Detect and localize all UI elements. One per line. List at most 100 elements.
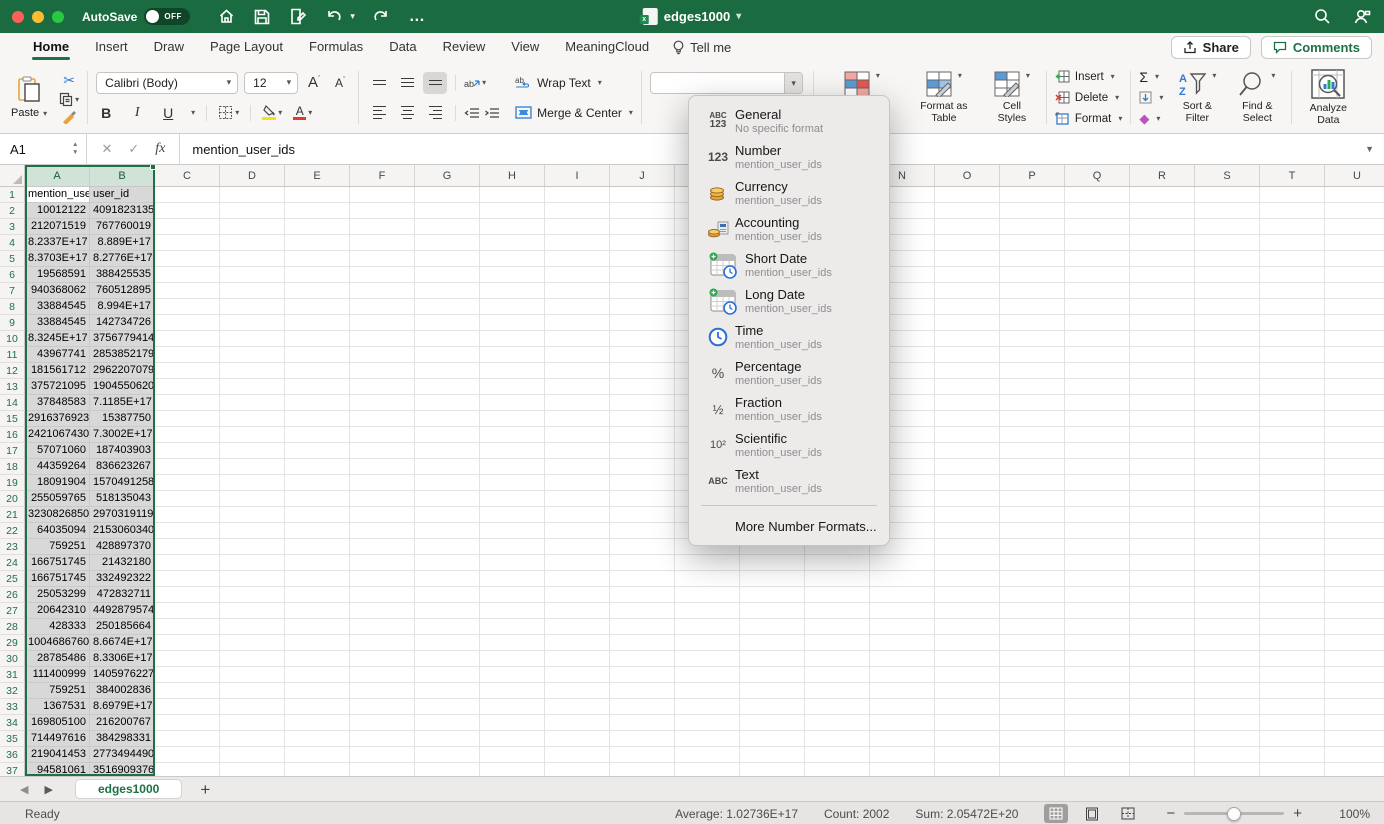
cell-H20[interactable] bbox=[480, 491, 545, 507]
cell-A24[interactable]: 166751745 bbox=[25, 555, 90, 571]
cell-C20[interactable] bbox=[155, 491, 220, 507]
cell-B8[interactable]: 8.994E+17 bbox=[90, 299, 155, 315]
underline-button[interactable]: U bbox=[158, 105, 178, 121]
cell-A8[interactable]: 33884545 bbox=[25, 299, 90, 315]
cell-E18[interactable] bbox=[285, 459, 350, 475]
cell-C6[interactable] bbox=[155, 267, 220, 283]
cell-U14[interactable] bbox=[1325, 395, 1384, 411]
cell-N34[interactable] bbox=[870, 715, 935, 731]
cell-P31[interactable] bbox=[1000, 667, 1065, 683]
fill-button[interactable]: ▾ bbox=[1139, 89, 1163, 107]
cell-R11[interactable] bbox=[1130, 347, 1195, 363]
cell-C17[interactable] bbox=[155, 443, 220, 459]
cell-J18[interactable] bbox=[610, 459, 675, 475]
cell-S3[interactable] bbox=[1195, 219, 1260, 235]
cell-F19[interactable] bbox=[350, 475, 415, 491]
cell-B29[interactable]: 8.6674E+17 bbox=[90, 635, 155, 651]
cell-G26[interactable] bbox=[415, 587, 480, 603]
cell-B31[interactable]: 1405976227 bbox=[90, 667, 155, 683]
cell-F36[interactable] bbox=[350, 747, 415, 763]
cell-A20[interactable]: 255059765 bbox=[25, 491, 90, 507]
clear-button[interactable]: ◆▾ bbox=[1139, 110, 1163, 128]
cell-T3[interactable] bbox=[1260, 219, 1325, 235]
cell-S12[interactable] bbox=[1195, 363, 1260, 379]
cell-P15[interactable] bbox=[1000, 411, 1065, 427]
tab-data[interactable]: Data bbox=[376, 35, 429, 60]
cell-I37[interactable] bbox=[545, 763, 610, 776]
cell-I19[interactable] bbox=[545, 475, 610, 491]
cell-O18[interactable] bbox=[935, 459, 1000, 475]
cell-P24[interactable] bbox=[1000, 555, 1065, 571]
cell-S19[interactable] bbox=[1195, 475, 1260, 491]
cell-P30[interactable] bbox=[1000, 651, 1065, 667]
cell-L31[interactable] bbox=[740, 667, 805, 683]
cell-S6[interactable] bbox=[1195, 267, 1260, 283]
cell-G7[interactable] bbox=[415, 283, 480, 299]
cell-J20[interactable] bbox=[610, 491, 675, 507]
cell-I13[interactable] bbox=[545, 379, 610, 395]
cell-J22[interactable] bbox=[610, 523, 675, 539]
cell-T1[interactable] bbox=[1260, 187, 1325, 203]
cell-Q30[interactable] bbox=[1065, 651, 1130, 667]
cell-I10[interactable] bbox=[545, 331, 610, 347]
format-menu-item-scientific[interactable]: 10²Scientificmention_user_ids bbox=[689, 427, 889, 463]
cell-S20[interactable] bbox=[1195, 491, 1260, 507]
cell-I18[interactable] bbox=[545, 459, 610, 475]
cell-Q36[interactable] bbox=[1065, 747, 1130, 763]
cell-E10[interactable] bbox=[285, 331, 350, 347]
cell-S36[interactable] bbox=[1195, 747, 1260, 763]
cell-T37[interactable] bbox=[1260, 763, 1325, 776]
cell-Q34[interactable] bbox=[1065, 715, 1130, 731]
account-icon[interactable] bbox=[1352, 7, 1372, 27]
cell-K24[interactable] bbox=[675, 555, 740, 571]
cell-J8[interactable] bbox=[610, 299, 675, 315]
cell-J28[interactable] bbox=[610, 619, 675, 635]
cell-P18[interactable] bbox=[1000, 459, 1065, 475]
cell-O17[interactable] bbox=[935, 443, 1000, 459]
cell-B35[interactable]: 384298331 bbox=[90, 731, 155, 747]
cell-B26[interactable]: 472832711 bbox=[90, 587, 155, 603]
cell-H24[interactable] bbox=[480, 555, 545, 571]
cell-D7[interactable] bbox=[220, 283, 285, 299]
cell-H17[interactable] bbox=[480, 443, 545, 459]
cell-C11[interactable] bbox=[155, 347, 220, 363]
cell-D37[interactable] bbox=[220, 763, 285, 776]
cell-D12[interactable] bbox=[220, 363, 285, 379]
cell-R34[interactable] bbox=[1130, 715, 1195, 731]
cell-T5[interactable] bbox=[1260, 251, 1325, 267]
cell-H15[interactable] bbox=[480, 411, 545, 427]
cell-A17[interactable]: 57071060 bbox=[25, 443, 90, 459]
cell-J16[interactable] bbox=[610, 427, 675, 443]
cell-S8[interactable] bbox=[1195, 299, 1260, 315]
cell-S5[interactable] bbox=[1195, 251, 1260, 267]
cell-B22[interactable]: 2153060340 bbox=[90, 523, 155, 539]
cell-H6[interactable] bbox=[480, 267, 545, 283]
column-header-o[interactable]: O bbox=[935, 165, 1000, 186]
cell-E30[interactable] bbox=[285, 651, 350, 667]
cell-U19[interactable] bbox=[1325, 475, 1384, 491]
sheet-tab-edges1000[interactable]: edges1000 bbox=[75, 779, 182, 799]
cell-G24[interactable] bbox=[415, 555, 480, 571]
cell-A28[interactable]: 428333 bbox=[25, 619, 90, 635]
expand-formula-bar-icon[interactable]: ▼ bbox=[1365, 144, 1384, 154]
cell-F22[interactable] bbox=[350, 523, 415, 539]
cell-C27[interactable] bbox=[155, 603, 220, 619]
cell-G31[interactable] bbox=[415, 667, 480, 683]
row-header-18[interactable]: 18 bbox=[0, 459, 25, 475]
cell-D30[interactable] bbox=[220, 651, 285, 667]
cell-L27[interactable] bbox=[740, 603, 805, 619]
cell-I20[interactable] bbox=[545, 491, 610, 507]
cell-A10[interactable]: 8.3245E+17 bbox=[25, 331, 90, 347]
confirm-entry-icon[interactable]: ✓ bbox=[128, 141, 139, 157]
cell-R3[interactable] bbox=[1130, 219, 1195, 235]
cell-N26[interactable] bbox=[870, 587, 935, 603]
cell-P25[interactable] bbox=[1000, 571, 1065, 587]
cell-D11[interactable] bbox=[220, 347, 285, 363]
cell-F20[interactable] bbox=[350, 491, 415, 507]
document-title[interactable]: x edges1000 ▾ bbox=[643, 0, 742, 33]
cell-S4[interactable] bbox=[1195, 235, 1260, 251]
cell-E37[interactable] bbox=[285, 763, 350, 776]
cell-P33[interactable] bbox=[1000, 699, 1065, 715]
cell-H1[interactable] bbox=[480, 187, 545, 203]
cell-P3[interactable] bbox=[1000, 219, 1065, 235]
